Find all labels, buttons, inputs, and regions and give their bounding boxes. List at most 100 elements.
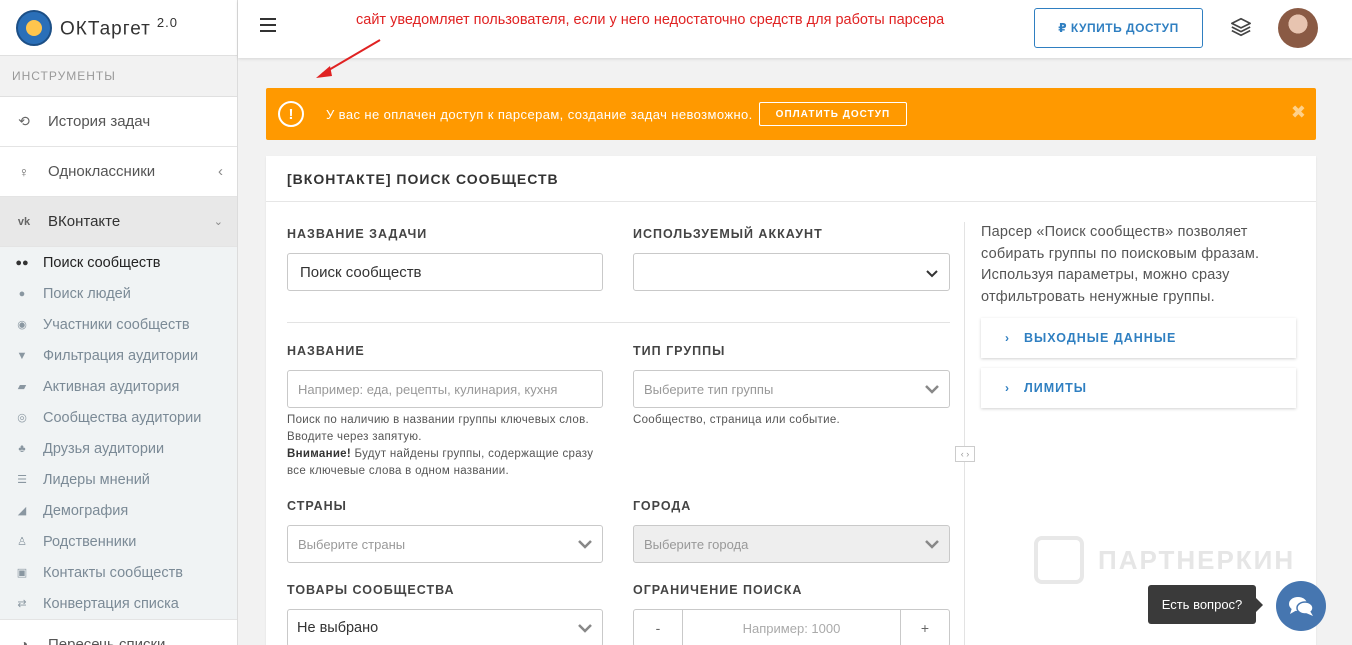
person-icon: ♙ bbox=[17, 536, 27, 548]
sidebar-subitem-label: Поиск сообществ bbox=[43, 254, 161, 271]
sidebar-subitem-label: Контакты сообществ bbox=[43, 564, 183, 581]
goods-select[interactable]: Не выбрано bbox=[287, 609, 603, 645]
sidebar-subitem-relatives[interactable]: ♙ Родственники bbox=[0, 526, 237, 557]
sidebar-item-label: История задач bbox=[48, 113, 151, 130]
watermark-text: ПАРТНЕРКИН bbox=[1098, 544, 1296, 575]
sidebar-subitem-people-search[interactable]: ● Поиск людей bbox=[0, 278, 237, 309]
buy-access-button[interactable]: ₽ КУПИТЬ ДОСТУП bbox=[1034, 8, 1203, 48]
sidebar-item-label: ВКонтакте bbox=[48, 213, 121, 230]
group-type-help-text: Сообщество, страница или событие. bbox=[633, 414, 841, 426]
sidebar-subitem-audience-friends[interactable]: ♣ Друзья аудитории bbox=[0, 433, 237, 464]
sidebar-subitem-label: Родственники bbox=[43, 533, 137, 550]
account-label: ИСПОЛЬЗУЕМЫЙ АККАУНТ bbox=[633, 227, 823, 241]
cities-placeholder: Выберите города bbox=[644, 536, 749, 552]
group-type-label: ТИП ГРУППЫ bbox=[633, 344, 726, 358]
sidebar-subitem-label: Друзья аудитории bbox=[43, 440, 165, 457]
goods-label: ТОВАРЫ СООБЩЕСТВА bbox=[287, 583, 455, 597]
brand-name: ОКТаргет 2.0 bbox=[60, 14, 178, 40]
sidebar-subitem-label: Лидеры мнений bbox=[43, 471, 150, 488]
sidebar-subitem-community-search[interactable]: ●● Поиск сообществ bbox=[0, 247, 237, 278]
chevron-right-icon: › bbox=[1005, 331, 1010, 345]
layers-icon[interactable] bbox=[1230, 16, 1252, 38]
cities-select[interactable]: Выберите города bbox=[633, 525, 950, 563]
splitter-handle[interactable]: ‹ › bbox=[955, 446, 975, 462]
odnoklassniki-icon: ♀ bbox=[18, 163, 30, 180]
sidebar-section-title: ИНСТРУМЕНТЫ bbox=[0, 55, 237, 97]
user-circle-icon: ◉ bbox=[17, 319, 27, 331]
countries-label: СТРАНЫ bbox=[287, 499, 347, 513]
sidebar-subitem-label: Фильтрация аудитории bbox=[43, 347, 199, 364]
sidebar-item-label: Одноклассники bbox=[48, 163, 156, 180]
brand[interactable]: ОКТаргет 2.0 bbox=[0, 0, 237, 55]
group-type-select[interactable]: Выберите тип группы bbox=[633, 370, 950, 408]
chevron-down-icon bbox=[578, 540, 592, 549]
sidebar-subitem-audience-communities[interactable]: ◎ Сообщества аудитории bbox=[0, 402, 237, 433]
sidebar-subitem-active-audience[interactable]: ▰ Активная аудитория bbox=[0, 371, 237, 402]
search-limit-input[interactable]: Например: 1000 bbox=[683, 610, 900, 645]
comments-icon: ▰ bbox=[17, 381, 27, 393]
countries-placeholder: Выберите страны bbox=[298, 536, 406, 552]
sidebar-subitem-list-conversion[interactable]: ⇄ Конвертация списка bbox=[0, 588, 237, 619]
podcast-icon: ◎ bbox=[17, 412, 27, 424]
accordion-label: ЛИМИТЫ bbox=[1024, 381, 1088, 395]
accordion-output-data[interactable]: › ВЫХОДНЫЕ ДАННЫЕ bbox=[981, 318, 1296, 358]
sidebar-subitem-opinion-leaders[interactable]: ☰ Лидеры мнений bbox=[0, 464, 237, 495]
accordion-limits[interactable]: › ЛИМИТЫ bbox=[981, 368, 1296, 408]
sidebar-item-odnoklassniki[interactable]: ♀ Одноклассники ‹ bbox=[0, 147, 237, 197]
topbar: сайт уведомляет пользователя, если у нег… bbox=[238, 0, 1352, 58]
vk-icon: vk bbox=[17, 215, 31, 228]
avatar[interactable] bbox=[1278, 8, 1318, 48]
account-select[interactable] bbox=[633, 253, 950, 291]
group-type-placeholder: Выберите тип группы bbox=[644, 381, 774, 397]
card-title: [ВКОНТАКТЕ] ПОИСК СООБЩЕСТВ bbox=[266, 156, 1316, 202]
countries-select[interactable]: Выберите страны bbox=[287, 525, 603, 563]
chevron-down-icon bbox=[925, 540, 939, 549]
chevron-down-icon bbox=[926, 270, 938, 278]
name-label: НАЗВАНИЕ bbox=[287, 344, 365, 358]
sidebar-subitem-label: Демография bbox=[43, 502, 129, 519]
sidebar-item-intersect-lists[interactable]: ◔ Пересечь списки bbox=[0, 619, 237, 645]
sidebar-subitem-label: Сообщества аудитории bbox=[43, 409, 202, 426]
chat-button[interactable] bbox=[1276, 581, 1326, 631]
goods-select-value: Не выбрано bbox=[297, 620, 379, 636]
sidebar-subitem-label: Участники сообществ bbox=[43, 316, 190, 333]
brand-version: 2.0 bbox=[156, 14, 178, 30]
sidebar-subitem-community-contacts[interactable]: ▣ Контакты сообществ bbox=[0, 557, 237, 588]
history-icon: ⟲ bbox=[18, 113, 30, 129]
friends-icon: ♣ bbox=[18, 442, 26, 455]
name-input[interactable]: Например: еда, рецепты, кулинария, кухня bbox=[287, 370, 603, 408]
users-icon: ●● bbox=[15, 256, 29, 269]
increment-button[interactable]: + bbox=[900, 610, 949, 645]
decrement-button[interactable]: - bbox=[634, 610, 683, 645]
sidebar-subitem-demography[interactable]: ◢ Демография bbox=[0, 495, 237, 526]
pie-icon: ◔ bbox=[19, 636, 29, 645]
accordion-label: ВЫХОДНЫЕ ДАННЫЕ bbox=[1024, 331, 1177, 345]
sidebar-item-history[interactable]: ⟲ История задач bbox=[0, 97, 237, 147]
sidebar-subitem-label: Поиск людей bbox=[43, 285, 131, 302]
hamburger-menu-icon[interactable] bbox=[260, 18, 276, 32]
user-icon: ● bbox=[18, 287, 26, 300]
pay-access-button[interactable]: ОПЛАТИТЬ ДОСТУП bbox=[758, 102, 908, 126]
logo-icon bbox=[16, 9, 52, 46]
form-divider bbox=[287, 322, 950, 323]
parser-description: Парсер «Поиск сообществ» позволяет собир… bbox=[981, 224, 1260, 305]
sidebar-subitem-community-members[interactable]: ◉ Участники сообществ bbox=[0, 309, 237, 340]
chevron-down-icon bbox=[925, 385, 939, 394]
sidebar: ОКТаргет 2.0 ИНСТРУМЕНТЫ ⟲ История задач … bbox=[0, 0, 238, 645]
leaders-icon: ☰ bbox=[17, 474, 27, 486]
chevron-down-icon bbox=[578, 624, 592, 633]
search-limit-label: ОГРАНИЧЕНИЕ ПОИСКА bbox=[633, 583, 803, 597]
payment-warning-alert: ! У вас не оплачен доступ к парсерам, со… bbox=[266, 88, 1316, 140]
alert-text: У вас не оплачен доступ к парсерам, созд… bbox=[326, 106, 753, 122]
chevron-down-icon: ⌄ bbox=[213, 216, 223, 228]
close-icon[interactable]: ✖ bbox=[1291, 102, 1306, 123]
contact-card-icon: ▣ bbox=[16, 567, 28, 579]
name-help-text: Поиск по наличию в названии группы ключе… bbox=[287, 412, 597, 480]
sidebar-subitem-audience-filter[interactable]: ▼ Фильтрация аудитории bbox=[0, 340, 237, 371]
task-name-label: НАЗВАНИЕ ЗАДАЧИ bbox=[287, 227, 428, 241]
watermark-logo-icon bbox=[1034, 536, 1084, 584]
area-chart-icon: ◢ bbox=[17, 505, 27, 517]
task-name-input[interactable]: Поиск сообществ bbox=[287, 253, 603, 291]
search-limit-stepper: - Например: 1000 + bbox=[633, 609, 950, 645]
sidebar-item-vkontakte[interactable]: vk ВКонтакте ⌄ bbox=[0, 197, 237, 247]
